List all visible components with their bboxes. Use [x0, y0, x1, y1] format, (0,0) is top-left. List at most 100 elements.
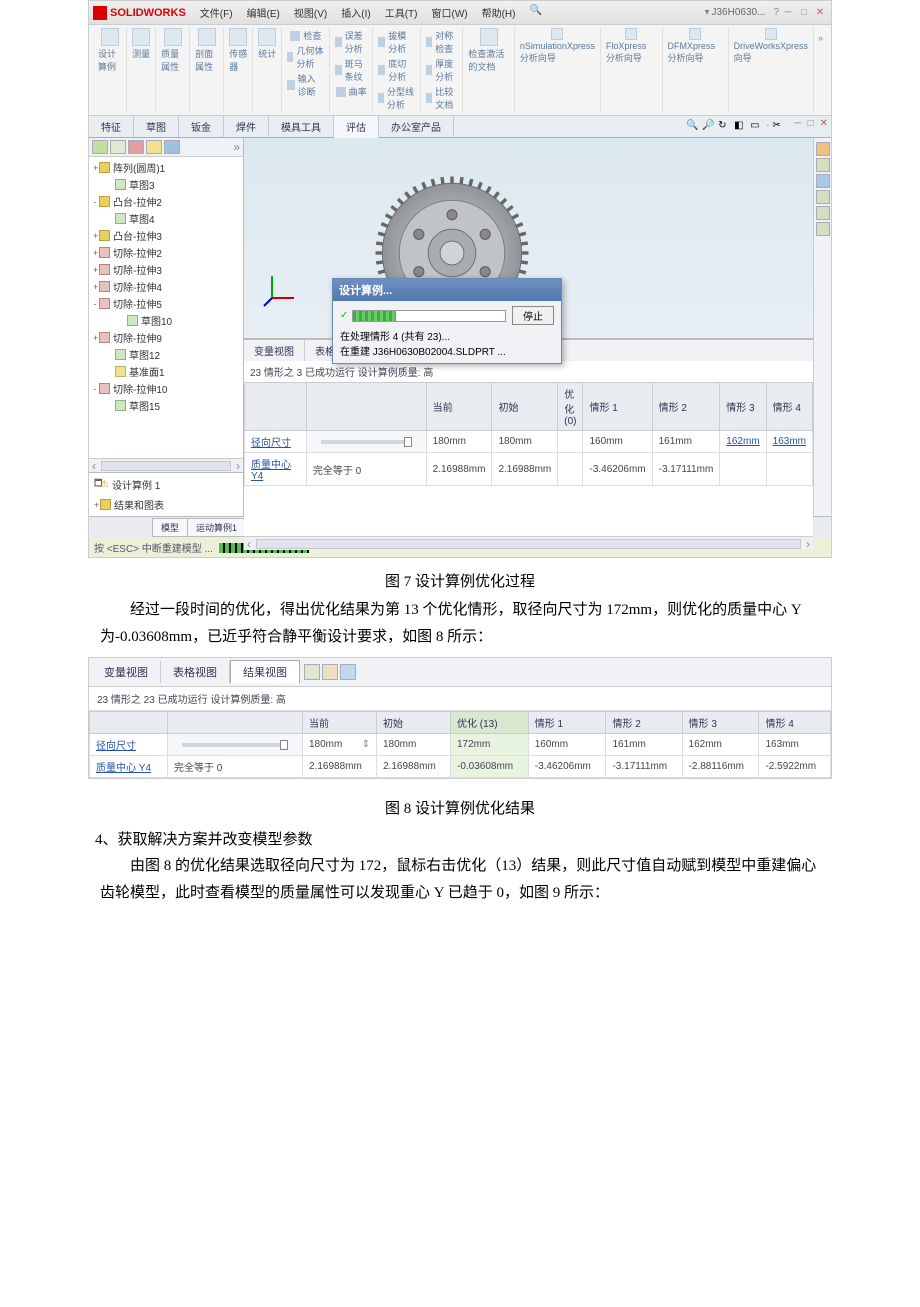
tree-item[interactable]: -切除-拉伸10 [93, 380, 239, 397]
tree-item[interactable]: +切除-拉伸2 [93, 244, 239, 261]
tab-weldment[interactable]: 焊件 [224, 116, 269, 137]
panel-expand-icon[interactable]: » [233, 140, 240, 154]
tree-item[interactable]: +切除-拉伸4 [93, 278, 239, 295]
tree-scrollbar[interactable]: ‹› [89, 458, 243, 472]
col-s3[interactable]: 情形 3 [720, 383, 766, 431]
task-library-icon[interactable] [816, 158, 830, 172]
ribbon-measure[interactable]: 测量 [127, 27, 156, 113]
ribbon-symmetry[interactable]: 对称检查 [426, 29, 457, 55]
tree-item[interactable]: +阵列(圆周)1 [93, 159, 239, 176]
panel-tab-property-icon[interactable] [110, 140, 126, 154]
tree-item[interactable]: 草图10 [93, 312, 239, 329]
ribbon-compare[interactable]: 比较文档 [426, 85, 457, 111]
minimize-icon[interactable]: ─ [781, 7, 795, 19]
results-label[interactable]: 结果和图表 [114, 497, 164, 512]
toolbar-dropdown-icon[interactable]: ▾ [704, 7, 709, 18]
var-radial[interactable]: 径向尺寸 [251, 438, 291, 449]
ribbon-deviation[interactable]: 误差分析 [335, 29, 366, 55]
ribbon-thickness[interactable]: 厚度分析 [426, 57, 457, 83]
ribbon-section[interactable]: 剖面属性 [190, 27, 224, 113]
s2-refresh-icon[interactable] [322, 664, 338, 680]
perspective-icon[interactable]: ▭ [750, 120, 763, 133]
ribbon-stats[interactable]: 统计 [253, 27, 282, 113]
display-style-icon[interactable]: ◧ [734, 120, 747, 133]
task-custom-icon[interactable] [816, 222, 830, 236]
ribbon-parting[interactable]: 分型线分析 [378, 85, 415, 111]
tree-item[interactable]: +凸台-拉伸3 [93, 227, 239, 244]
section-view-icon[interactable]: ✂ [772, 120, 785, 133]
s2-tab-result[interactable]: 结果视图 [230, 660, 300, 684]
graphics-viewport[interactable]: 设计算例... ✓ 停止 在处理情形 4 (共有 23)... 在重建 J36H… [244, 138, 813, 516]
ribbon-driveworks[interactable]: DriveWorksXpress 向导 [729, 27, 814, 113]
ribbon-draft[interactable]: 拔模分析 [378, 29, 415, 55]
s2-var-mass-y[interactable]: 质量中心 Y4 [96, 763, 151, 774]
col-s2[interactable]: 情形 2 [652, 383, 720, 431]
rotate-icon[interactable]: ↻ [718, 120, 731, 133]
tree-item[interactable]: 草图12 [93, 346, 239, 363]
slider-radial[interactable] [321, 440, 412, 444]
col-s1[interactable]: 情形 1 [583, 383, 652, 431]
col-optimal[interactable]: 优化 (0) [558, 383, 583, 431]
zoom-fit-icon[interactable]: 🔍 [686, 120, 699, 133]
menu-file[interactable]: 文件(F) [194, 3, 239, 22]
ribbon-zebra[interactable]: 斑马条纹 [335, 57, 366, 83]
ribbon-simxpress[interactable]: nSimulationXpress 分析向导 [515, 27, 601, 113]
ribbon-check-active[interactable]: 检查激活的文档 [463, 27, 514, 113]
tab-mold[interactable]: 模具工具 [269, 116, 334, 137]
s2-tab-variable[interactable]: 变量视图 [92, 661, 161, 683]
panel-tab-dim-icon[interactable] [146, 140, 162, 154]
panel-tab-display-icon[interactable] [164, 140, 180, 154]
cell-link[interactable]: 163mm [773, 436, 806, 447]
tab-sketch[interactable]: 草图 [134, 116, 179, 137]
s2-tab-table[interactable]: 表格视图 [161, 661, 230, 683]
ribbon-check[interactable]: 检查 [290, 29, 321, 42]
tree-item[interactable]: +切除-拉伸9 [93, 329, 239, 346]
task-explorer-icon[interactable] [816, 174, 830, 188]
stop-button[interactable]: 停止 [512, 306, 554, 325]
col-s4[interactable]: 情形 4 [766, 383, 812, 431]
menu-view[interactable]: 视图(V) [288, 3, 333, 22]
s2-col-s4[interactable]: 情形 4 [759, 712, 831, 734]
menu-help[interactable]: 帮助(H) [476, 3, 522, 22]
ribbon-floxpress[interactable]: FloXpress 分析向导 [601, 27, 663, 113]
tree-item[interactable]: 草图4 [93, 210, 239, 227]
tab-model[interactable]: 模型 [152, 518, 188, 537]
tree-item[interactable]: 基准面1 [93, 363, 239, 380]
col-current[interactable]: 当前 [426, 383, 492, 431]
s2-save-icon[interactable] [340, 664, 356, 680]
task-appearance-icon[interactable] [816, 206, 830, 220]
ribbon-sensor[interactable]: 传感器 [224, 27, 253, 113]
cell-link[interactable]: 162mm [726, 436, 759, 447]
tree-item[interactable]: 草图3 [93, 176, 239, 193]
zoom-area-icon[interactable]: 🔎 [702, 120, 715, 133]
s2-col-optimal[interactable]: 优化 (13) [451, 712, 529, 734]
mdi-minimize-icon[interactable]: ─ [791, 116, 804, 137]
tab-sheetmetal[interactable]: 钣金 [179, 116, 224, 137]
study-name[interactable]: 设计算例 1 [112, 477, 160, 492]
spinner-icon[interactable]: ⇕ [362, 739, 370, 750]
ribbon-mass[interactable]: 质量属性 [156, 27, 190, 113]
tree-item[interactable]: +切除-拉伸3 [93, 261, 239, 278]
tree-item[interactable]: -切除-拉伸5 [93, 295, 239, 312]
search-icon[interactable]: 🔍 [523, 3, 547, 22]
var-mass-y[interactable]: 质量中心 Y4 [251, 460, 291, 482]
mdi-restore-icon[interactable]: □ [805, 116, 817, 137]
tab-office[interactable]: 办公室产品 [379, 116, 454, 137]
s2-slider-radial[interactable] [182, 743, 288, 747]
menu-window[interactable]: 窗口(W) [425, 3, 473, 22]
s2-export-icon[interactable] [304, 664, 320, 680]
ribbon-curvature[interactable]: 曲率 [336, 85, 367, 98]
ribbon-dfmxpress[interactable]: DFMXpress 分析向导 [663, 27, 729, 113]
task-view-icon[interactable] [816, 190, 830, 204]
tab-motion-study[interactable]: 运动算例1 [187, 518, 246, 537]
maximize-icon[interactable]: □ [797, 7, 811, 19]
close-icon[interactable]: ✕ [813, 7, 827, 19]
panel-tab-feature-icon[interactable] [92, 140, 108, 154]
ribbon-overflow-icon[interactable]: » [814, 27, 827, 113]
ribbon-design-study[interactable]: 设计算例 [93, 27, 127, 113]
mdi-close-icon[interactable]: ✕ [817, 116, 831, 137]
ribbon-undercut[interactable]: 底切分析 [378, 57, 415, 83]
tree-item[interactable]: -凸台-拉伸2 [93, 193, 239, 210]
table-scrollbar[interactable]: ‹› [244, 536, 813, 550]
s2-col-s1[interactable]: 情形 1 [528, 712, 606, 734]
